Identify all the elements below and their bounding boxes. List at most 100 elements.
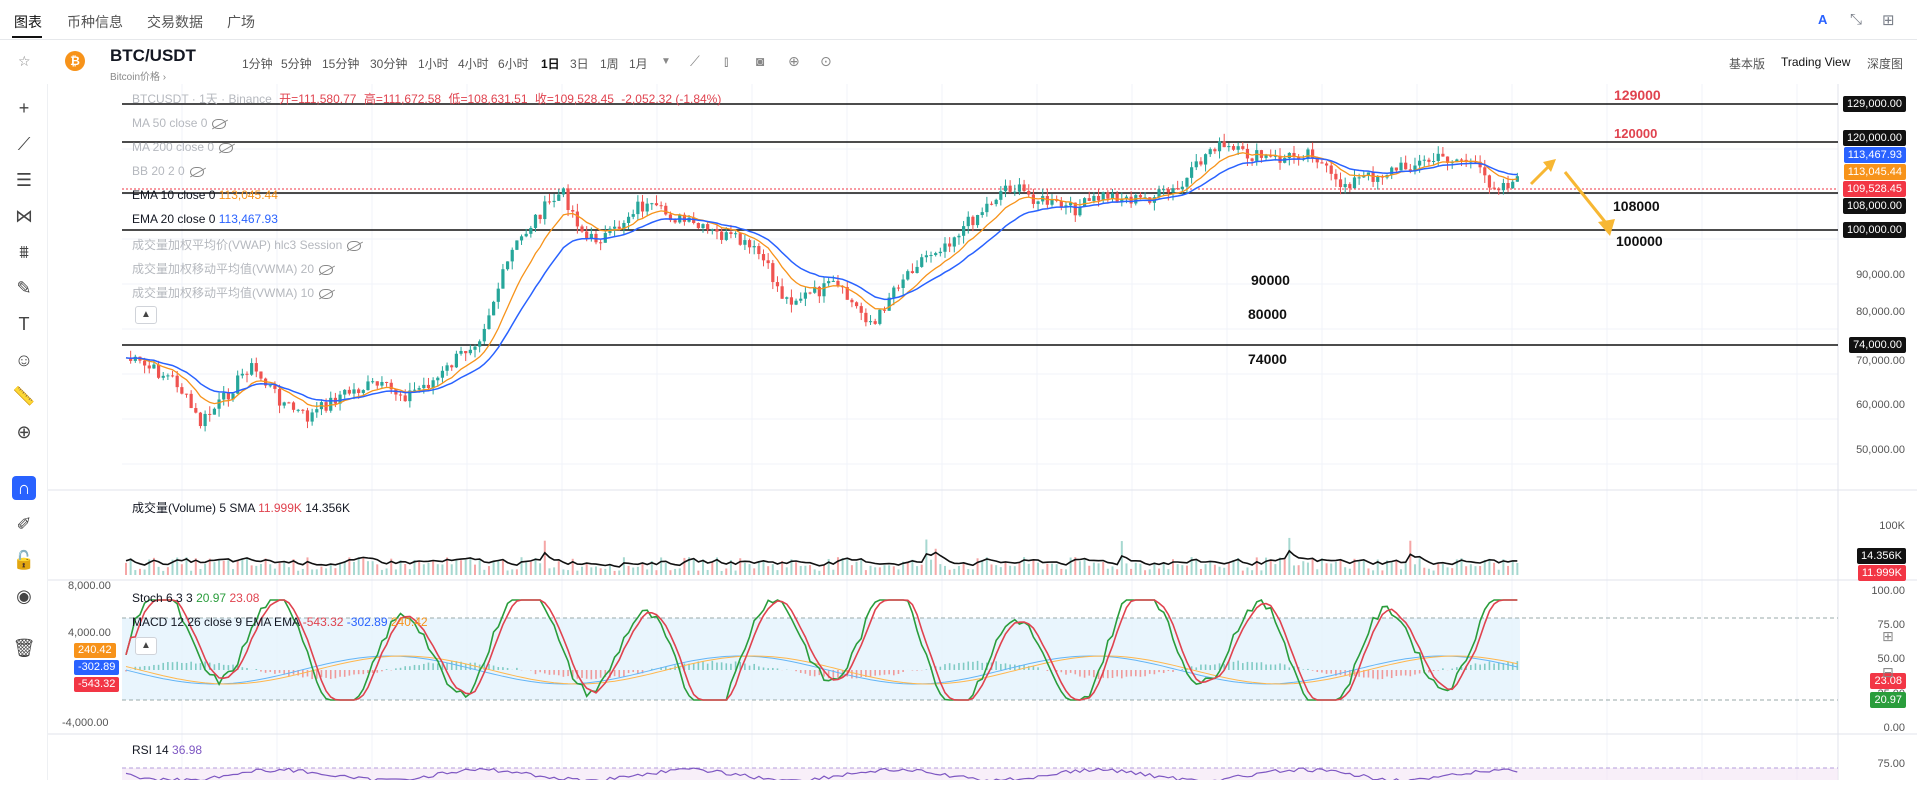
trash-icon[interactable]: 🗑 bbox=[12, 636, 36, 660]
interval-5m[interactable]: 5分钟 bbox=[281, 55, 312, 72]
interval-15m[interactable]: 15分钟 bbox=[322, 55, 359, 72]
chart-area[interactable] bbox=[48, 84, 1917, 785]
indicator-chart-icon[interactable]: ⟋ bbox=[690, 53, 700, 70]
annotation-80000[interactable]: 80000 bbox=[1248, 306, 1287, 322]
candle-body bbox=[176, 376, 179, 387]
candle-body bbox=[255, 363, 258, 371]
volume-legend[interactable]: 成交量(Volume) 5 SMA 11.999K 14.356K bbox=[132, 499, 350, 516]
interval-3d[interactable]: 3日 bbox=[570, 55, 589, 72]
tab-coin-info[interactable]: 币种信息 bbox=[67, 12, 123, 32]
interval-30m[interactable]: 30分钟 bbox=[370, 55, 407, 72]
indicator-vwma10[interactable]: 成交量加权移动平均值(VWMA) 10 bbox=[132, 284, 333, 301]
eye-hidden-icon[interactable] bbox=[319, 289, 333, 299]
volume-bar bbox=[1479, 566, 1481, 575]
ruler-icon[interactable]: 📏 bbox=[12, 384, 36, 408]
macd-histogram-bar bbox=[214, 664, 216, 670]
view-depth[interactable]: 深度图 bbox=[1867, 55, 1903, 72]
volume-tag-last: 11.999K bbox=[1858, 565, 1906, 581]
indicator-vwap[interactable]: 成交量加权平均价(VWAP) hlc3 Session bbox=[132, 236, 361, 253]
pane-collapse-icon[interactable]: ⊟ bbox=[1882, 664, 1894, 681]
annotation-129000[interactable]: 129000 bbox=[1614, 87, 1661, 103]
indicator-ema20[interactable]: EMA 20 close 0 113,467.93 bbox=[132, 212, 278, 226]
collapse-arrows-icon[interactable]: ⤡ bbox=[1850, 11, 1862, 28]
crosshair-icon[interactable]: + bbox=[12, 96, 36, 120]
zoom-icon[interactable]: ⊕ bbox=[12, 420, 36, 444]
ohlc-legend: BTCUSDT · 1天 · Binance 开=111,580.77 高=11… bbox=[132, 90, 721, 107]
volume-bar bbox=[711, 562, 713, 575]
brush-icon[interactable]: ✎ bbox=[12, 276, 36, 300]
fib-icon[interactable]: ⩩ bbox=[12, 240, 36, 264]
annotation-120000[interactable]: 120000 bbox=[1614, 126, 1657, 141]
stoch-legend[interactable]: Stoch 6 3 3 20.97 23.08 bbox=[132, 591, 259, 605]
grid-icon[interactable]: ⊞ bbox=[1882, 11, 1895, 29]
interval-4h[interactable]: 4小时 bbox=[458, 55, 489, 72]
pattern-icon[interactable]: ⋈ bbox=[12, 204, 36, 228]
tab-square[interactable]: 广场 bbox=[227, 12, 255, 32]
volume-bar bbox=[1042, 569, 1044, 575]
indicator-ema10[interactable]: EMA 10 close 0 113,045.44 bbox=[132, 188, 278, 202]
candle-body bbox=[1353, 177, 1356, 188]
volume-bar bbox=[516, 569, 518, 575]
macd-histogram-bar bbox=[242, 667, 244, 670]
indicator-ma50[interactable]: MA 50 close 0 bbox=[132, 116, 226, 130]
interval-6h[interactable]: 6小时 bbox=[498, 55, 529, 72]
annotation-108000[interactable]: 108000 bbox=[1613, 198, 1660, 214]
volume-bar bbox=[274, 569, 276, 575]
eye-hidden-icon[interactable] bbox=[219, 143, 233, 153]
volume-bar bbox=[497, 561, 499, 575]
trendline-icon[interactable]: ⟋ bbox=[12, 132, 36, 156]
magnet-icon[interactable]: ∩ bbox=[12, 476, 36, 500]
annotation-90000[interactable]: 90000 bbox=[1251, 272, 1290, 288]
macd-histogram-bar bbox=[725, 663, 727, 670]
macd-histogram-bar bbox=[279, 670, 281, 673]
candle-type-icon[interactable]: ⫾ bbox=[724, 53, 728, 70]
candle-body bbox=[376, 381, 379, 385]
interval-1d[interactable]: 1日 bbox=[541, 55, 560, 72]
interval-1m[interactable]: 1分钟 bbox=[242, 55, 273, 72]
emoji-icon[interactable]: ☺ bbox=[12, 348, 36, 372]
symbol-subtitle[interactable]: Bitcoin价格 › bbox=[110, 68, 166, 83]
rsi-legend[interactable]: RSI 14 36.98 bbox=[132, 743, 202, 757]
indicator-bb[interactable]: BB 20 2 0 bbox=[132, 164, 204, 178]
volume-bar bbox=[800, 566, 802, 575]
ai-icon[interactable]: A bbox=[1818, 12, 1827, 27]
collapse-pane-button[interactable]: ▲ bbox=[135, 637, 157, 655]
macd-histogram-bar bbox=[409, 666, 411, 670]
lock-drawing-icon[interactable]: ✐ bbox=[12, 512, 36, 536]
indicator-vwma20[interactable]: 成交量加权移动平均值(VWMA) 20 bbox=[132, 260, 333, 277]
eye-icon[interactable]: ◉ bbox=[12, 584, 36, 608]
tab-trading-data[interactable]: 交易数据 bbox=[147, 12, 203, 32]
macd-legend[interactable]: MACD 12 26 close 9 EMA EMA -543.32 -302.… bbox=[132, 615, 428, 629]
eye-hidden-icon[interactable] bbox=[319, 265, 333, 275]
add-icon[interactable]: ⊕ bbox=[788, 53, 800, 70]
eye-hidden-icon[interactable] bbox=[212, 119, 226, 129]
camera-icon[interactable]: ◙ bbox=[756, 53, 764, 69]
eye-hidden-icon[interactable] bbox=[347, 241, 361, 251]
interval-1mo[interactable]: 1月 bbox=[629, 55, 648, 72]
interval-1h[interactable]: 1小时 bbox=[418, 55, 449, 72]
unlock-icon[interactable]: 🔓 bbox=[12, 548, 36, 572]
interval-dropdown-icon[interactable]: ▼ bbox=[661, 56, 671, 67]
volume-bar bbox=[1274, 564, 1276, 575]
candle-body bbox=[250, 363, 253, 375]
text-icon[interactable]: T bbox=[12, 312, 36, 336]
macd-histogram-bar bbox=[1242, 663, 1244, 670]
star-icon[interactable]: ☆ bbox=[18, 53, 31, 70]
view-basic[interactable]: 基本版 bbox=[1729, 55, 1765, 72]
volume-bar bbox=[1079, 561, 1081, 575]
interval-1w[interactable]: 1周 bbox=[600, 55, 619, 72]
indicator-ma200[interactable]: MA 200 close 0 bbox=[132, 140, 233, 154]
horizontal-lines-icon[interactable]: ☰ bbox=[12, 168, 36, 192]
volume-bar bbox=[972, 569, 974, 575]
macd-histogram-bar bbox=[1121, 670, 1123, 678]
annotation-74000[interactable]: 74000 bbox=[1248, 351, 1287, 367]
tab-chart[interactable]: 图表 bbox=[14, 12, 42, 32]
symbol-name[interactable]: BTC/USDT bbox=[110, 46, 196, 66]
chart-canvas[interactable] bbox=[48, 84, 1917, 780]
annotation-100000[interactable]: 100000 bbox=[1616, 233, 1663, 249]
collapse-legend-button[interactable]: ▲ bbox=[135, 306, 157, 324]
view-tradingview[interactable]: Trading View bbox=[1781, 55, 1850, 69]
eye-hidden-icon[interactable] bbox=[190, 167, 204, 177]
pane-layout-icon[interactable]: ⊞ bbox=[1882, 628, 1894, 645]
replay-icon[interactable]: ⊙ bbox=[820, 53, 832, 70]
